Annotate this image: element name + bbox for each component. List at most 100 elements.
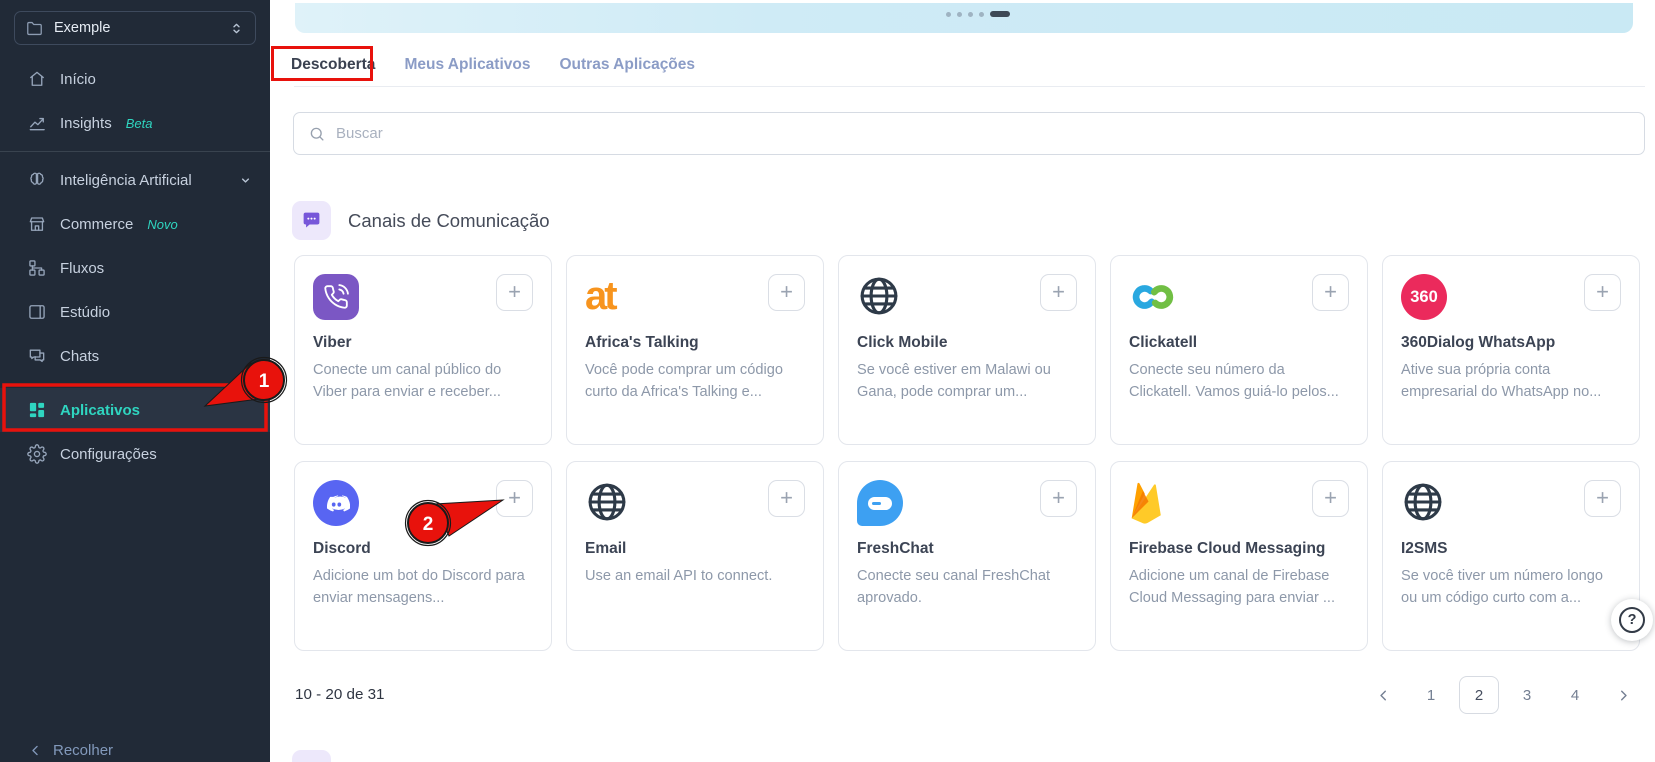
sidebar-item[interactable]: Aplicativos — [0, 388, 270, 432]
page-number[interactable]: 4 — [1555, 676, 1595, 714]
page-number[interactable]: 3 — [1507, 676, 1547, 714]
section-header: Canais de Comunicação — [292, 201, 550, 240]
sidebar-item-label: Chats — [60, 348, 99, 365]
search-input[interactable] — [336, 125, 1630, 142]
sidebar-item[interactable]: Inteligência Artificial — [0, 158, 270, 202]
badge: Novo — [147, 217, 177, 232]
app-card: + I2SMS Se você tiver um número longo ou… — [1382, 461, 1640, 651]
sidebar-item-icon — [27, 444, 47, 464]
app-card: + Clickatell Conecte seu número da Click… — [1110, 255, 1368, 445]
add-app-button[interactable]: + — [1312, 480, 1349, 517]
app-card: 360 + 360Dialog WhatsApp Ative sua própr… — [1382, 255, 1640, 445]
globe-logo — [1401, 480, 1445, 524]
carousel-dot[interactable] — [990, 11, 1010, 17]
main-content: Descoberta Meus Aplicativos Outras Aplic… — [270, 0, 1655, 762]
page-number[interactable]: 1 — [1411, 676, 1451, 714]
chats-icon — [27, 346, 47, 366]
sidebar-item-label: Aplicativos — [60, 402, 140, 419]
add-app-button[interactable]: + — [496, 480, 533, 517]
page-number[interactable]: 2 — [1459, 676, 1499, 714]
globe-logo — [585, 480, 629, 524]
folder-icon — [25, 19, 44, 38]
app-description: Conecte um canal público do Viber para e… — [313, 359, 535, 403]
tabs-underline — [294, 86, 1645, 87]
app-screen: Exemple Início — [0, 0, 1655, 762]
sidebar-nav: Início Insights Beta — [0, 57, 270, 476]
sidebar-item[interactable]: Estúdio — [0, 290, 270, 334]
add-app-button[interactable]: + — [1040, 274, 1077, 311]
sidebar-item[interactable]: Chats — [0, 334, 270, 378]
previous-page-icon[interactable] — [1363, 676, 1403, 714]
chevron-left-icon — [28, 743, 43, 758]
sidebar-item[interactable]: Início — [0, 57, 270, 101]
africas-talking-logo: at — [585, 274, 615, 318]
unfold-more-icon — [228, 20, 245, 37]
app-name: Viber — [313, 334, 533, 352]
add-app-button[interactable]: + — [1040, 480, 1077, 517]
add-app-button[interactable]: + — [1584, 274, 1621, 311]
app-card: + Discord Adicione um bot do Discord par… — [294, 461, 552, 651]
globe-logo — [857, 274, 901, 318]
add-app-button[interactable]: + — [496, 274, 533, 311]
app-name: Africa's Talking — [585, 334, 805, 352]
sidebar-item[interactable]: Insights Beta — [0, 101, 270, 145]
next-page-icon[interactable] — [1603, 676, 1643, 714]
add-app-button[interactable]: + — [1584, 480, 1621, 517]
app-card: + Email Use an email API to connect. — [566, 461, 824, 651]
sidebar-item-icon — [27, 400, 47, 420]
sidebar-item[interactable]: Commerce Novo — [0, 202, 270, 246]
gear-icon — [27, 444, 47, 464]
badge: Beta — [126, 116, 153, 131]
sidebar-item-icon — [27, 302, 47, 322]
sidebar-item[interactable]: Configurações — [0, 432, 270, 476]
sidebar-collapse-button[interactable]: Recolher — [28, 742, 113, 759]
clickatell-logo — [1129, 282, 1179, 312]
section-title: Canais de Comunicação — [348, 210, 550, 232]
pagination-range: 10 - 20 de 31 — [295, 686, 385, 703]
sidebar-item-label: Fluxos — [60, 260, 104, 277]
sidebar: Exemple Início — [0, 0, 270, 762]
sidebar-item-label: Estúdio — [60, 304, 110, 321]
flows-icon — [27, 258, 47, 278]
freshchat-logo — [857, 480, 903, 526]
sidebar-item-icon — [27, 170, 47, 190]
communication-channels-icon — [292, 201, 331, 240]
carousel-dot[interactable] — [946, 12, 951, 17]
home-icon — [27, 69, 47, 89]
help-button[interactable]: ? — [1611, 599, 1653, 641]
sidebar-item-icon — [27, 258, 47, 278]
app-name: Firebase Cloud Messaging — [1129, 540, 1349, 558]
insights-icon — [27, 113, 47, 133]
carousel-dot[interactable] — [979, 12, 984, 17]
chevron-down-icon[interactable] — [237, 172, 254, 189]
tab[interactable]: Meus Aplicativos — [403, 50, 531, 80]
carousel-dot[interactable] — [968, 12, 973, 17]
add-app-button[interactable]: + — [1312, 274, 1349, 311]
promo-banner[interactable] — [295, 3, 1633, 33]
carousel-dot[interactable] — [957, 12, 962, 17]
app-card: + Click Mobile Se você estiver em Malawi… — [838, 255, 1096, 445]
sidebar-item[interactable]: Fluxos — [0, 246, 270, 290]
pagination: 1 2 3 4 — [1363, 676, 1643, 714]
app-name: Clickatell — [1129, 334, 1349, 352]
sidebar-item-label: Insights — [60, 115, 112, 132]
app-description: Você pode comprar um código curto da Afr… — [585, 359, 807, 403]
app-card: + FreshChat Conecte seu canal FreshChat … — [838, 461, 1096, 651]
workspace-selector[interactable]: Exemple — [14, 11, 256, 45]
app-card: + Firebase Cloud Messaging Adicione um c… — [1110, 461, 1368, 651]
app-description: Conecte seu canal FreshChat aprovado. — [857, 565, 1079, 609]
add-app-button[interactable]: + — [768, 274, 805, 311]
brain-icon — [27, 170, 47, 190]
carousel-dots — [946, 11, 1010, 17]
studio-icon — [27, 302, 47, 322]
add-app-button[interactable]: + — [768, 480, 805, 517]
app-name: 360Dialog WhatsApp — [1401, 334, 1621, 352]
firebase-logo — [1129, 480, 1165, 526]
next-section-icon — [292, 750, 331, 762]
app-description: Adicione um canal de Firebase Cloud Mess… — [1129, 565, 1351, 609]
tab[interactable]: Descoberta — [290, 50, 376, 80]
tab[interactable]: Outras Aplicações — [558, 50, 696, 80]
sidebar-item-icon — [27, 113, 47, 133]
apps-grid: + Viber Conecte um canal público do Vibe… — [294, 255, 1640, 651]
workspace-name: Exemple — [54, 20, 110, 36]
